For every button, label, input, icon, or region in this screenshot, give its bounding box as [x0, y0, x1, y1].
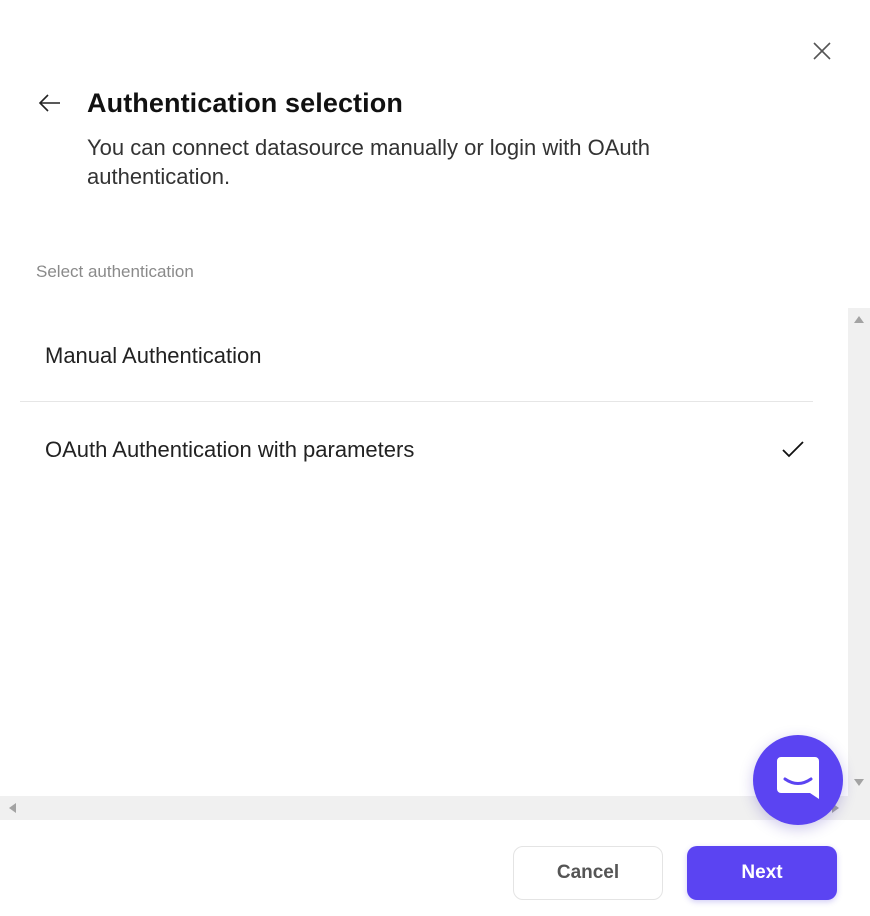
scroll-up-arrow-icon[interactable]	[854, 316, 864, 323]
section-label: Select authentication	[36, 262, 194, 281]
chat-launcher-button[interactable]	[753, 735, 843, 825]
option-label: OAuth Authentication with parameters	[45, 437, 415, 462]
back-button[interactable]	[36, 89, 64, 117]
dialog-title: Authentication selection	[87, 88, 403, 118]
auth-options-list: Manual Authentication OAuth Authenticati…	[0, 308, 848, 796]
vertical-scrollbar[interactable]	[848, 308, 870, 820]
scroll-down-arrow-icon[interactable]	[854, 779, 864, 786]
option-oauth-authentication[interactable]: OAuth Authentication with parameters	[20, 402, 813, 496]
arrow-left-icon	[38, 94, 60, 112]
chat-bubble-icon	[777, 757, 819, 799]
option-manual-authentication[interactable]: Manual Authentication	[20, 308, 813, 402]
cancel-button[interactable]: Cancel	[513, 846, 663, 900]
close-button[interactable]	[808, 37, 836, 65]
dialog-subtitle: You can connect datasource manually or l…	[87, 135, 650, 189]
next-button[interactable]: Next	[687, 846, 837, 900]
scroll-left-arrow-icon[interactable]	[9, 803, 16, 813]
horizontal-scrollbar[interactable]	[0, 796, 848, 820]
close-icon	[813, 42, 831, 60]
checkmark-icon	[782, 441, 804, 458]
option-label: Manual Authentication	[45, 343, 262, 368]
